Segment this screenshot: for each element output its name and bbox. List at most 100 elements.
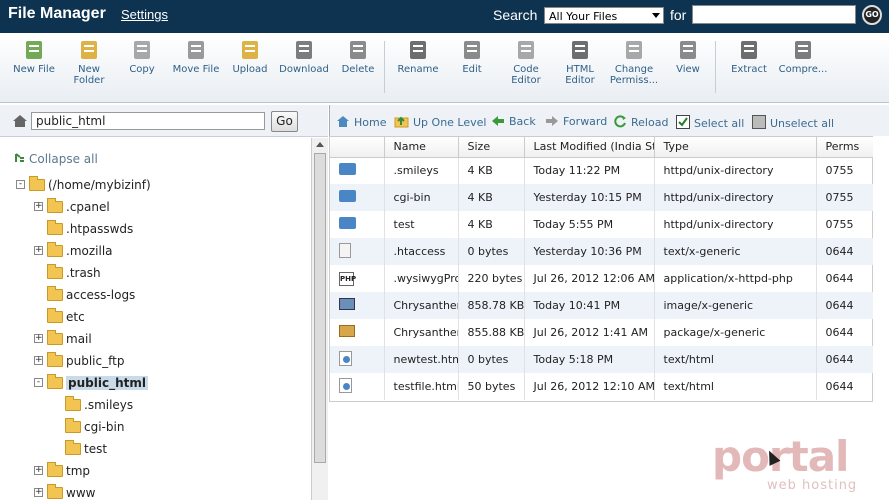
- forward-button[interactable]: Forward: [545, 115, 607, 128]
- unselect-all-button[interactable]: Unselect all: [752, 115, 834, 130]
- search-go-button[interactable]: GO: [862, 5, 882, 25]
- table-row[interactable]: PHP .wysiwygPro 220 bytes Jul 26, 2012 12:0…: [330, 265, 874, 292]
- code-editor-icon: [518, 41, 534, 59]
- tree-item[interactable]: access-logs: [47, 286, 135, 304]
- file-type: package/x-generic: [654, 319, 817, 346]
- tree-item-label: etc: [66, 310, 85, 324]
- path-input[interactable]: public_html: [31, 112, 265, 130]
- table-row[interactable]: Chrysanthemum855.88 KBJul 26, 2012 1:41 …: [330, 319, 874, 346]
- back-arrow-icon: [492, 116, 504, 126]
- tree-item[interactable]: public_ftp: [47, 352, 124, 370]
- folder-tree: Collapse all - (/home/mybizinf) + .cpanel .h…: [0, 138, 310, 500]
- toolbar-move-button[interactable]: Move File: [169, 39, 223, 75]
- column-header-icon[interactable]: [330, 137, 385, 158]
- watermark-sub: web hosting: [767, 478, 858, 493]
- settings-link[interactable]: Settings: [121, 7, 168, 22]
- tree-item[interactable]: test: [65, 440, 107, 458]
- toolbar-label: Copy: [129, 64, 155, 75]
- file-icon-cell: [330, 319, 385, 346]
- folder-file-icon: [339, 217, 356, 229]
- table-row[interactable]: .smileys 4 KB Today 11:22 PM httpd/unix-dir…: [330, 157, 874, 184]
- table-row[interactable]: cgi-bin 4 KB Yesterday 10:15 PM httpd/unix-…: [330, 184, 874, 211]
- column-header-size[interactable]: Size: [458, 137, 525, 158]
- toolbar-html-editor-button[interactable]: HTML Editor: [553, 39, 607, 86]
- file-nav-bar: Home Up One Level Back Forward Reload Se…: [329, 105, 889, 137]
- table-row[interactable]: testfile.html 50 bytes Jul 26, 2012 12:10 …: [330, 373, 874, 400]
- collapse-all-button[interactable]: Collapse all: [14, 152, 98, 166]
- folder-icon: [47, 286, 63, 301]
- pkg-file-icon: [339, 325, 355, 337]
- column-header-perms[interactable]: Perms: [816, 137, 874, 158]
- toolbar-download-button[interactable]: Download: [277, 39, 331, 75]
- tree-expander-icon[interactable]: +: [34, 246, 43, 255]
- tree-scrollbar-thumb[interactable]: [314, 153, 326, 463]
- toolbar-label: Compre...: [778, 64, 828, 75]
- column-header-name[interactable]: Name: [384, 137, 459, 158]
- search-input[interactable]: [692, 5, 856, 24]
- home-button[interactable]: Home: [336, 115, 386, 129]
- table-row[interactable]: Chrysanthemum858.78 KBToday 10:41 PMimag…: [330, 292, 874, 319]
- new-file-icon: [26, 41, 42, 59]
- tree-item[interactable]: cgi-bin: [65, 418, 124, 436]
- file-icon-cell: [330, 346, 385, 373]
- file-type: text/x-generic: [654, 238, 817, 265]
- tree-expander-icon[interactable]: -: [16, 180, 25, 189]
- column-header-modified[interactable]: Last Modified (India Standard Time): [524, 137, 655, 158]
- toolbar-compress-button[interactable]: Compre...: [776, 39, 830, 75]
- tree-item-label: .mozilla: [66, 244, 113, 258]
- tree-item[interactable]: .mozilla: [47, 242, 113, 260]
- tree-expander-icon[interactable]: +: [34, 202, 43, 211]
- tree-item[interactable]: (/home/mybizinf): [29, 176, 151, 194]
- toolbar-view-button[interactable]: View: [661, 39, 715, 75]
- toolbar-edit-button[interactable]: Edit: [445, 39, 499, 75]
- tree-item[interactable]: etc: [47, 308, 85, 326]
- collapse-icon: [15, 153, 24, 162]
- tree-expander-icon[interactable]: -: [34, 378, 43, 387]
- tree-expander-icon[interactable]: +: [34, 466, 43, 475]
- tree-item[interactable]: tmp: [47, 462, 90, 480]
- table-row[interactable]: newtest.html0 bytesToday 5:18 PMtext/htm…: [330, 346, 874, 373]
- toolbar-new-folder-button[interactable]: New Folder: [62, 39, 116, 86]
- up-one-level-button[interactable]: Up One Level: [394, 115, 486, 129]
- view-icon: [680, 41, 696, 59]
- select-all-button[interactable]: Select all: [676, 115, 744, 130]
- file-list: Name Size Last Modified (India Standard …: [329, 136, 874, 402]
- tree-item[interactable]: public_html: [47, 374, 148, 392]
- back-button[interactable]: Back: [491, 115, 536, 128]
- tree-expander-icon[interactable]: +: [34, 334, 43, 343]
- tree-item[interactable]: .trash: [47, 264, 101, 282]
- toolbar-copy-button[interactable]: Copy: [115, 39, 169, 75]
- toolbar: New File New Folder Copy Move File Upload Dow…: [0, 33, 889, 103]
- toolbar-new-file-button[interactable]: New File: [7, 39, 61, 75]
- forward-label: Forward: [563, 115, 608, 128]
- file-size: 855.88 KB: [458, 319, 525, 346]
- file-name: .wysiwygPro: [384, 265, 459, 292]
- tree-expander-icon[interactable]: +: [34, 488, 43, 497]
- scroll-up-icon[interactable]: [316, 142, 324, 147]
- toolbar-delete-button[interactable]: Delete: [331, 39, 385, 75]
- file-name: testfile.html: [384, 373, 459, 400]
- file-perms: 0644: [816, 373, 874, 400]
- copy-icon: [134, 41, 150, 59]
- folder-file-icon: [339, 190, 356, 202]
- tree-item-label: (/home/mybizinf): [48, 178, 151, 192]
- toolbar-upload-button[interactable]: Upload: [223, 39, 277, 75]
- path-go-button[interactable]: Go: [271, 111, 298, 132]
- tree-item[interactable]: .smileys: [65, 396, 133, 414]
- reload-button[interactable]: Reload: [614, 115, 668, 129]
- search-scope-select[interactable]: All Your Files: [544, 7, 664, 24]
- file-modified: Today 10:41 PM: [524, 292, 655, 319]
- tree-scrollbar[interactable]: [311, 138, 328, 500]
- toolbar-extract-button[interactable]: Extract: [722, 39, 776, 75]
- column-header-type[interactable]: Type: [654, 137, 817, 158]
- tree-item[interactable]: www: [47, 484, 95, 500]
- table-row[interactable]: test 4 KB Today 5:55 PM httpd/unix-director…: [330, 211, 874, 238]
- toolbar-rename-button[interactable]: Rename: [391, 39, 445, 75]
- tree-item[interactable]: mail: [47, 330, 92, 348]
- tree-expander-icon[interactable]: +: [34, 356, 43, 365]
- toolbar-code-editor-button[interactable]: Code Editor: [499, 39, 553, 86]
- toolbar-permissions-button[interactable]: Change Permiss...: [607, 39, 661, 86]
- tree-item[interactable]: .cpanel: [47, 198, 110, 216]
- table-row[interactable]: .htaccess 0 bytes Yesterday 10:36 PM text/x…: [330, 238, 874, 265]
- tree-item[interactable]: .htpasswds: [47, 220, 133, 238]
